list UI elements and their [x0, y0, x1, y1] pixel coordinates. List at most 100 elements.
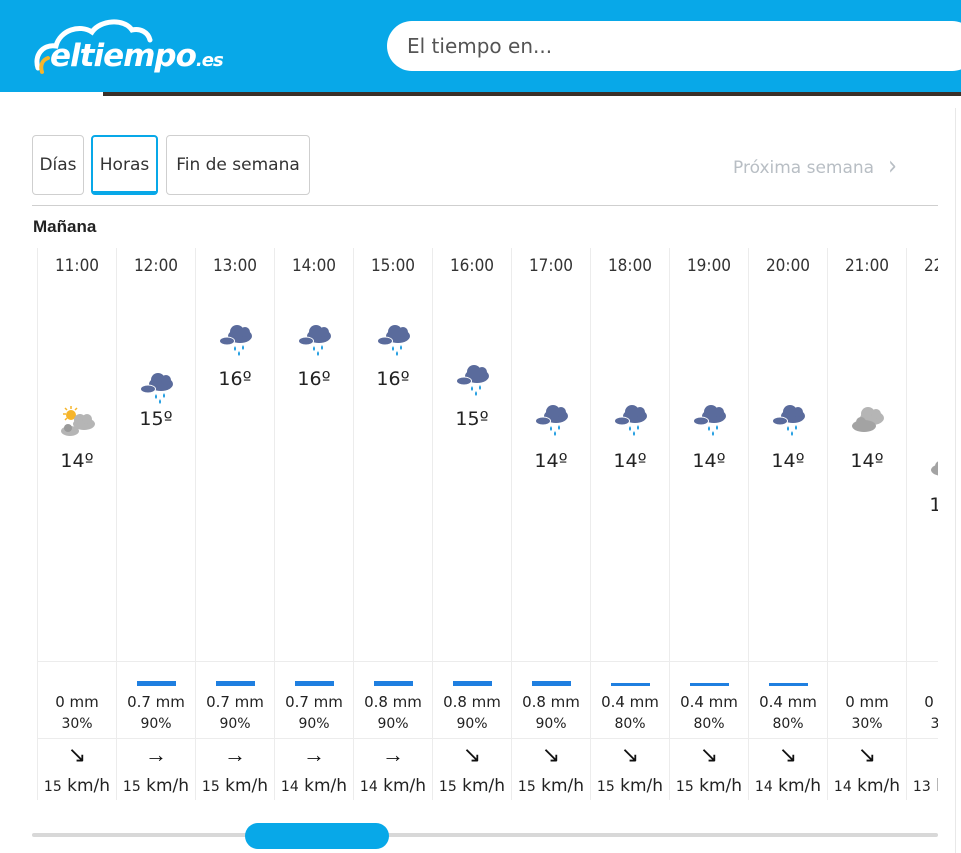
hour-temperature: 16º: [376, 368, 410, 390]
wind-direction-icon: ↘: [778, 742, 798, 767]
hour-time: 20:00: [765, 256, 811, 276]
header-photo-strip: [103, 92, 961, 96]
rain-divider: [907, 661, 938, 662]
hour-column: 19:00 14º 0.4 mm 80% ↘ 15 km/h: [669, 248, 748, 800]
rain-amount: 0.7 mm: [127, 693, 185, 711]
rain-amount: 0 mm: [845, 693, 889, 711]
rain-divider: [749, 661, 827, 662]
rain-amount: 0.7 mm: [285, 693, 343, 711]
rain-probability: 30%: [61, 716, 93, 732]
rain-probability: 90%: [140, 716, 172, 732]
rain-divider: [196, 661, 274, 662]
next-week-link[interactable]: Próxima semana ›: [733, 151, 897, 182]
wind-divider: [196, 738, 274, 739]
rain-amount: 0.7 mm: [206, 693, 264, 711]
wind-direction-icon: →: [224, 742, 246, 767]
hour-time: 14:00: [291, 256, 337, 276]
hour-temperature: 14º: [613, 450, 647, 472]
hour-time: 22:00: [923, 256, 938, 276]
wind-divider: [38, 738, 116, 739]
chevron-right-icon: ›: [888, 151, 897, 182]
hour-column: 20:00 14º 0.4 mm 80% ↘ 14 km/h: [748, 248, 827, 800]
hour-temperature: 14º: [534, 450, 568, 472]
hour-column: 16:00 15º 0.8 mm 90% ↘ 15 km/h: [432, 248, 511, 800]
rain-bar: [453, 681, 492, 686]
hour-time: 15:00: [370, 256, 416, 276]
wind-divider: [275, 738, 353, 739]
hour-time: 13:00: [212, 256, 258, 276]
hour-time: 21:00: [844, 256, 890, 276]
rain-bar: [374, 681, 413, 686]
rain-probability: 30%: [851, 716, 883, 732]
site-logo[interactable]: eltiempo.es: [32, 16, 232, 80]
rain-probability: 80%: [772, 716, 804, 732]
hour-column: 15:00 16º 0.8 mm 90% → 14 km/h: [353, 248, 432, 800]
rain-bar: [295, 681, 334, 686]
wind-divider: [670, 738, 748, 739]
hour-time: 16:00: [449, 256, 495, 276]
rain-probability: 80%: [693, 716, 725, 732]
wind-direction-icon: ↘: [462, 742, 482, 767]
hour-column: 17:00 14º 0.8 mm 90% ↘ 15 km/h: [511, 248, 590, 800]
tabs-divider: [32, 205, 938, 206]
wind-speed: 15 km/h: [122, 776, 190, 796]
rain-amount: 0 mm: [55, 693, 99, 711]
next-week-label: Próxima semana: [733, 158, 875, 178]
rain-cloud-icon: [295, 324, 335, 358]
rain-bar: [137, 681, 176, 686]
rain-bar: [532, 681, 571, 686]
rain-divider: [354, 661, 432, 662]
rain-cloud-icon: [769, 404, 809, 438]
hour-time: 18:00: [607, 256, 653, 276]
wind-speed: 14 km/h: [280, 776, 348, 796]
rain-cloud-icon: [453, 364, 493, 398]
page-edge-divider: [955, 108, 956, 853]
wind-speed: 15 km/h: [675, 776, 743, 796]
rain-amount: 0.8 mm: [443, 693, 501, 711]
wind-speed: 13 km/h: [912, 776, 938, 796]
wind-direction-icon: →: [145, 742, 167, 767]
wind-divider: [749, 738, 827, 739]
rain-divider: [591, 661, 669, 662]
wind-speed: 15 km/h: [517, 776, 585, 796]
rain-amount: 0.8 mm: [522, 693, 580, 711]
wind-divider: [828, 738, 906, 739]
rain-divider: [828, 661, 906, 662]
tab-dias[interactable]: Días: [32, 135, 84, 195]
rain-bar: [769, 683, 808, 686]
hour-temperature: 14º: [771, 450, 805, 472]
hour-temperature: 16º: [218, 368, 252, 390]
rain-cloud-icon: [611, 404, 651, 438]
hour-column: 18:00 14º 0.4 mm 80% ↘ 15 km/h: [590, 248, 669, 800]
wind-speed: 15 km/h: [201, 776, 269, 796]
rain-amount: 0.4 mm: [759, 693, 817, 711]
rain-divider: [433, 661, 511, 662]
wind-direction-icon: →: [303, 742, 325, 767]
wind-speed: 14 km/h: [359, 776, 427, 796]
hour-temperature: 16º: [297, 368, 331, 390]
hour-column: 12:00 15º 0.7 mm 90% → 15 km/h: [116, 248, 195, 800]
wind-divider: [433, 738, 511, 739]
wind-speed: 15 km/h: [43, 776, 111, 796]
search-input[interactable]: El tiempo en...: [387, 21, 961, 71]
tab-fin-de-semana[interactable]: Fin de semana: [166, 135, 310, 195]
hour-column: 11:00 14º 0 mm 30% ↘ 15 km/h: [37, 248, 116, 800]
rain-amount: 0.4 mm: [601, 693, 659, 711]
hour-time: 19:00: [686, 256, 732, 276]
horizontal-scrollbar-track[interactable]: [32, 833, 938, 837]
wind-divider: [591, 738, 669, 739]
hour-temperature: 13º: [929, 494, 938, 516]
horizontal-scrollbar-thumb[interactable]: [245, 823, 389, 849]
hour-column: 14:00 16º 0.7 mm 90% → 14 km/h: [274, 248, 353, 800]
rain-divider: [275, 661, 353, 662]
cloud-icon: [848, 404, 888, 438]
rain-cloud-icon: [216, 324, 256, 358]
rain-amount: 0.8 mm: [364, 693, 422, 711]
tab-horas[interactable]: Horas: [91, 135, 158, 195]
hour-temperature: 14º: [60, 450, 94, 472]
hour-temperature: 14º: [850, 450, 884, 472]
wind-direction-icon: ↘: [67, 742, 87, 767]
rain-divider: [512, 661, 590, 662]
wind-speed: 15 km/h: [438, 776, 506, 796]
hourly-forecast-strip[interactable]: 11:00 14º 0 mm 30% ↘ 15 km/h 12:00 15º 0.7 mm 90%…: [37, 248, 938, 800]
